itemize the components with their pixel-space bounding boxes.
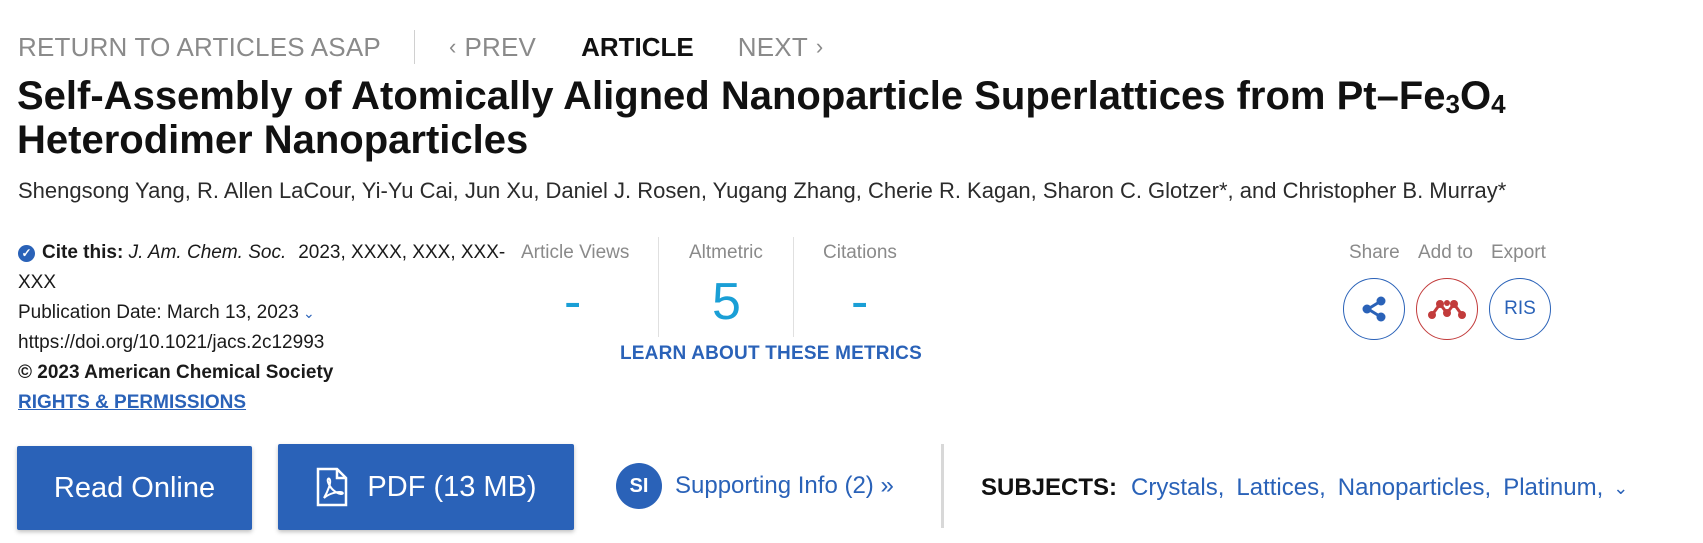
article-views-label: Article Views [521,242,630,263]
title-subscript-2: 4 [1491,89,1506,119]
subjects-list: SUBJECTS: Crystals, Lattices, Nanopartic… [981,474,1628,502]
export-ris-button[interactable]: RIS [1489,278,1551,340]
title-part-3: Heterodimer Nanoparticles [17,118,529,162]
subject-link[interactable]: Platinum [1503,474,1596,502]
prev-label: PREV [464,31,537,62]
title-part-2: O [1459,74,1492,118]
metric-divider [793,237,794,337]
rights-permissions-link[interactable]: RIGHTS & PERMISSIONS [18,388,538,418]
author-list[interactable]: Shengsong Yang, R. Allen LaCour, Yi-Yu C… [18,178,1506,204]
altmetric-value[interactable]: 5 [712,272,741,332]
subject-separator: , [1319,474,1326,501]
publication-date[interactable]: Publication Date: March 13, 2023 ⌄ [18,298,538,328]
prev-link[interactable]: ‹ PREV [449,32,536,63]
altmetric-label: Altmetric [689,242,763,263]
publication-date-text: Publication Date: March 13, 2023 [18,302,299,323]
read-online-button[interactable]: Read Online [17,446,252,530]
pdf-label: PDF (13 MB) [367,470,537,503]
subjects-label: SUBJECTS: [981,474,1118,501]
cite-this-label: Cite this: [42,242,124,263]
citations-value: - [851,273,869,331]
article-views-value: - [564,273,582,331]
chevron-down-icon[interactable]: ⌄ [1613,478,1628,499]
subject-link[interactable]: Lattices [1236,474,1319,502]
export-label: Export [1491,242,1546,263]
learn-metrics-link[interactable]: LEARN ABOUT THESE METRICS [620,343,922,365]
next-label: NEXT [737,31,808,62]
read-online-label: Read Online [53,471,216,504]
article-title: Self-Assembly of Atomically Aligned Nano… [17,74,1577,162]
chevron-down-icon: ⌄ [302,305,315,321]
subject-separator: , [1217,474,1225,501]
next-link[interactable]: NEXT › [738,32,824,63]
subjects-divider [941,444,944,528]
article-tab[interactable]: ARTICLE [581,32,694,63]
doi-link[interactable]: https://doi.org/10.1021/jacs.2c12993 [18,328,538,358]
share-icon [1362,296,1386,322]
subject-separator: , [1484,474,1492,501]
title-part-1: Self-Assembly of Atomically Aligned Nano… [17,74,1446,118]
share-label: Share [1349,242,1400,263]
add-to-mendeley-button[interactable] [1416,278,1478,340]
share-button[interactable] [1343,278,1405,340]
supporting-info-label: Supporting Info (2) » [675,472,894,499]
subject-separator: , [1596,474,1604,501]
chevron-left-icon: ‹ [448,34,457,59]
chevron-right-icon: › [815,34,824,59]
citations-label: Citations [823,242,897,263]
title-subscript-1: 3 [1445,89,1460,119]
subject-link[interactable]: Nanoparticles [1338,474,1485,502]
metric-divider [658,237,659,337]
check-circle-icon: ✓ [18,245,35,262]
supporting-info-link[interactable]: SI Supporting Info (2) » [616,463,894,509]
ris-label: RIS [1504,298,1536,319]
citation-block: ✓ Cite this: J. Am. Chem. Soc. 2023, XXXX,… [18,238,538,418]
mendeley-icon [1428,300,1466,319]
nav-divider [413,30,415,64]
journal-name: J. Am. Chem. Soc. [128,242,287,263]
si-badge-icon: SI [616,463,662,509]
add-to-label: Add to [1418,242,1473,263]
cite-this-line: ✓ Cite this: J. Am. Chem. Soc. 2023, XXXX,… [18,238,538,298]
subject-link[interactable]: Crystals [1131,474,1218,502]
article-nav: RETURN TO ARTICLES ASAP ‹ PREV ARTICLE N… [18,30,823,64]
pdf-download-button[interactable]: PDF (13 MB) [278,444,574,530]
return-to-articles-link[interactable]: RETURN TO ARTICLES ASAP [18,32,381,63]
copyright-text: © 2023 American Chemical Society [18,362,334,383]
pdf-icon [317,467,348,507]
